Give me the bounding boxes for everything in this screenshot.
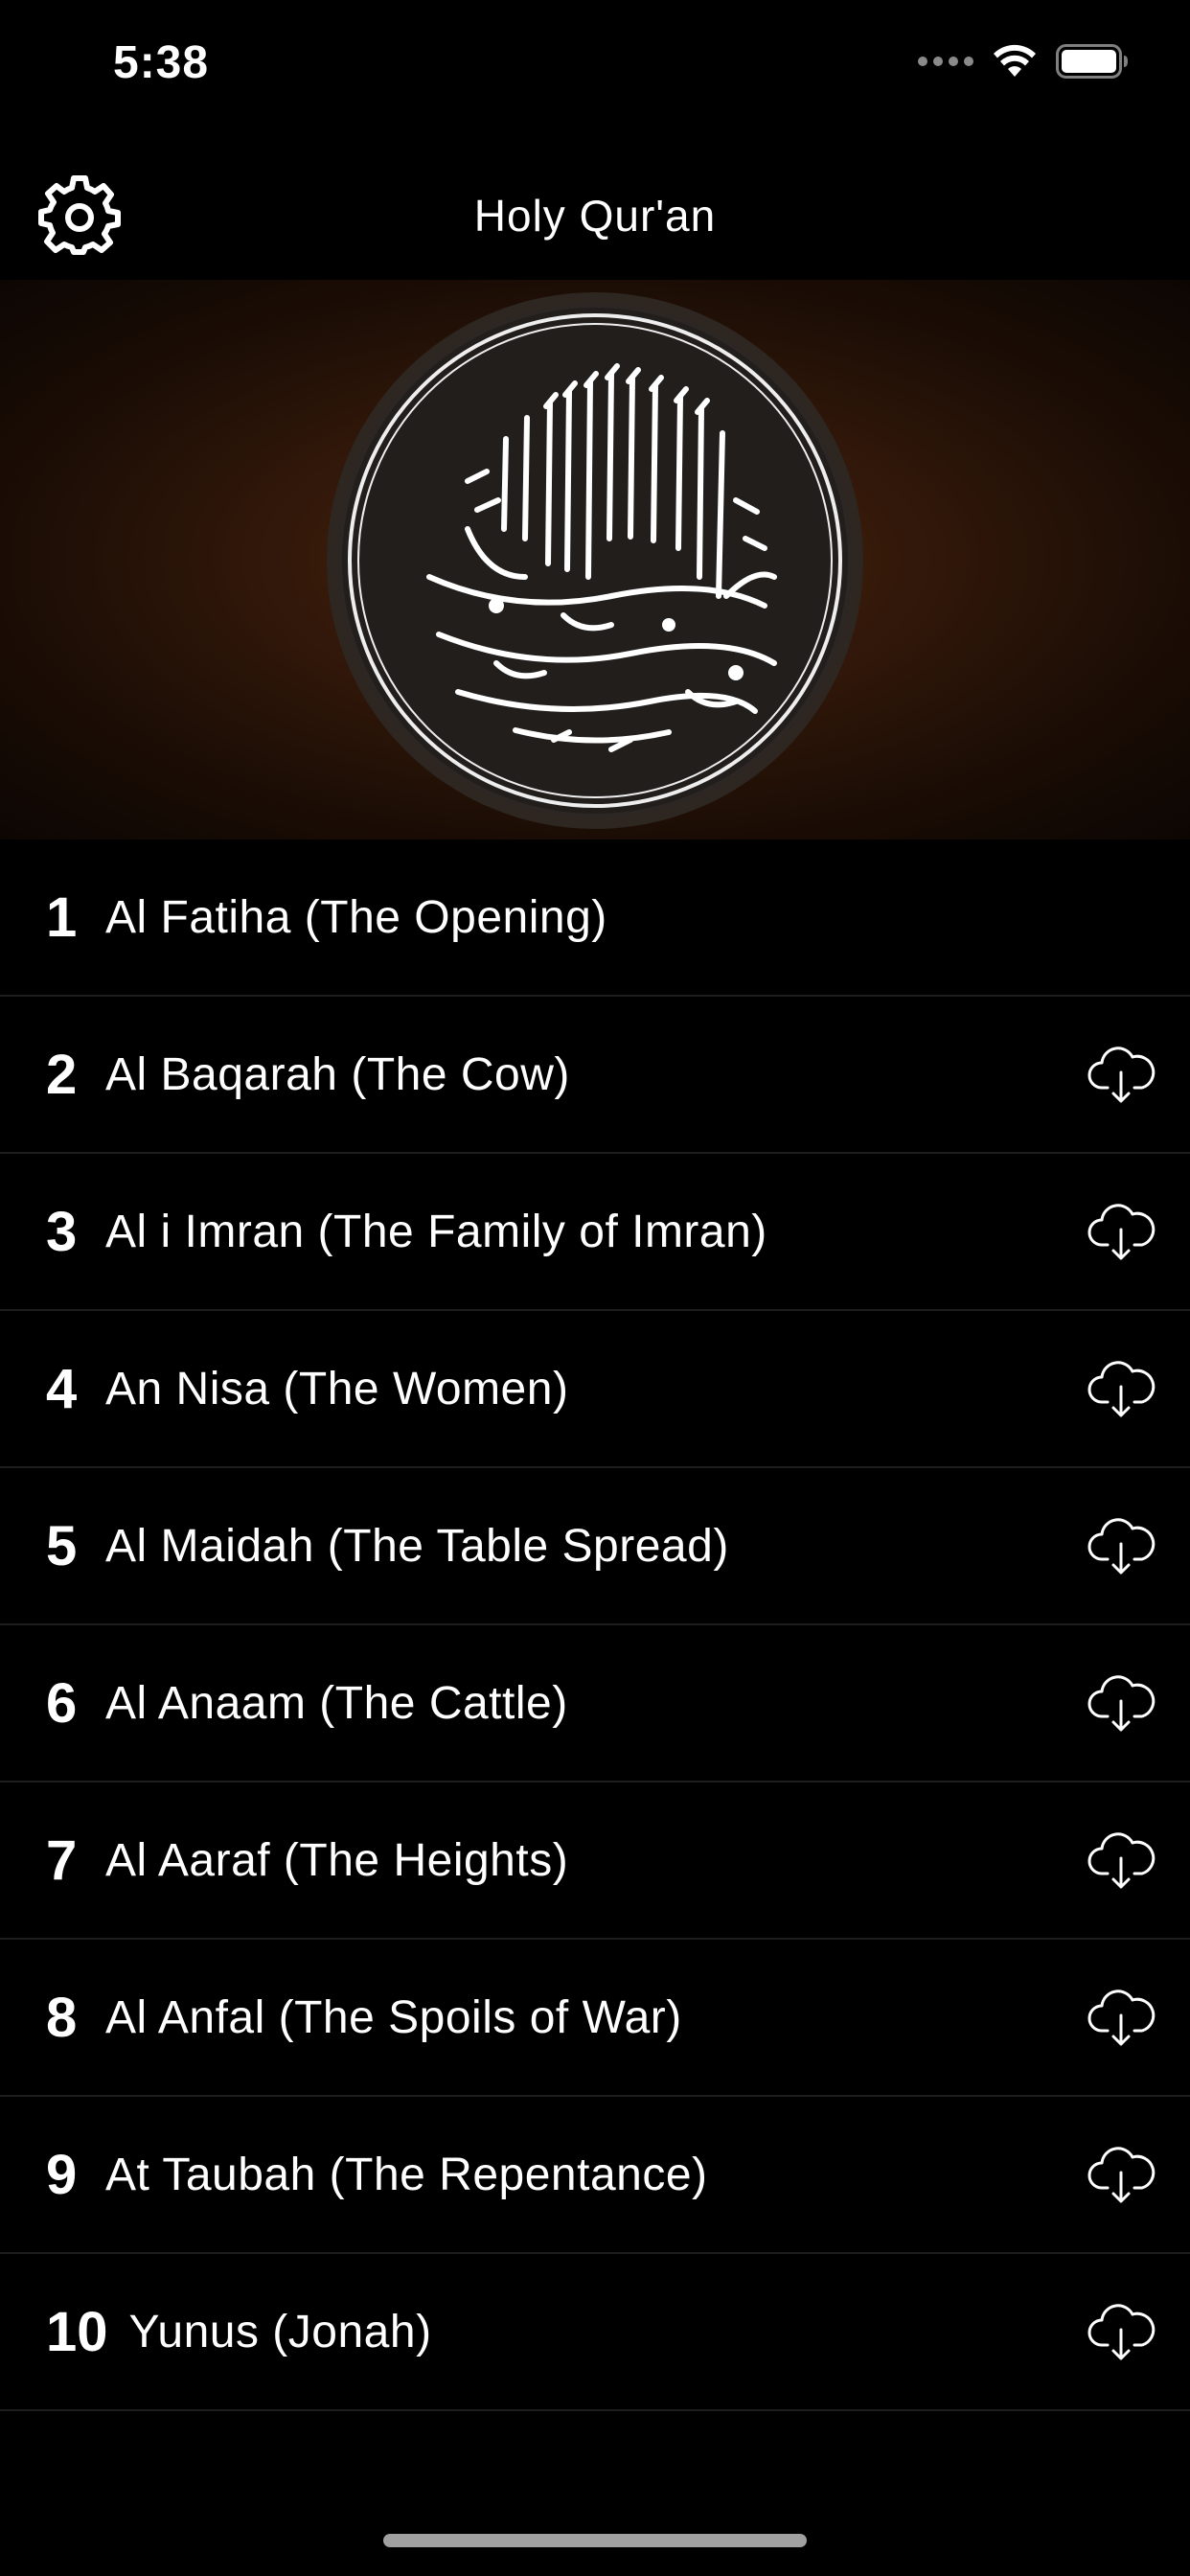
surah-name: Al Anaam (The Cattle) — [105, 1677, 568, 1729]
surah-name: Al i Imran (The Family of Imran) — [105, 1206, 767, 1257]
surah-name: An Nisa (The Women) — [105, 1363, 569, 1414]
surah-row-8[interactable]: 8 Al Anfal (The Spoils of War) — [0, 1940, 1190, 2097]
cloud-download-icon[interactable] — [1087, 1044, 1156, 1105]
surah-row-6[interactable]: 6 Al Anaam (The Cattle) — [0, 1625, 1190, 1782]
surah-row-9[interactable]: 9 At Taubah (The Repentance) — [0, 2097, 1190, 2254]
surah-row-1[interactable]: 1 Al Fatiha (The Opening) — [0, 840, 1190, 997]
cloud-download-icon[interactable] — [1087, 2301, 1156, 2362]
surah-row-10[interactable]: 10 Yunus (Jonah) — [0, 2254, 1190, 2411]
surah-number: 4 — [46, 1357, 78, 1420]
cloud-download-icon[interactable] — [1087, 1358, 1156, 1419]
wifi-icon — [994, 44, 1036, 77]
status-bar: 5:38 — [0, 0, 1190, 134]
surah-number: 5 — [46, 1514, 78, 1577]
header-banner — [0, 280, 1190, 840]
surah-name: Yunus (Jonah) — [128, 2306, 432, 2358]
surah-name: Al Maidah (The Table Spread) — [105, 1520, 729, 1572]
bismillah-calligraphy-medallion — [327, 292, 863, 829]
cloud-download-icon[interactable] — [1087, 1829, 1156, 1891]
status-time: 5:38 — [113, 37, 210, 88]
surah-row-7[interactable]: 7 Al Aaraf (The Heights) — [0, 1782, 1190, 1940]
surah-number: 10 — [46, 2300, 108, 2363]
surah-row-4[interactable]: 4 An Nisa (The Women) — [0, 1311, 1190, 1468]
cloud-download-icon[interactable] — [1087, 1987, 1156, 2048]
cloud-download-icon[interactable] — [1087, 2144, 1156, 2205]
battery-icon — [1056, 44, 1128, 79]
home-indicator[interactable] — [383, 2534, 807, 2547]
surah-row-partial[interactable] — [0, 2411, 1190, 2480]
surah-row-3[interactable]: 3 Al i Imran (The Family of Imran) — [0, 1154, 1190, 1311]
surah-number: 6 — [46, 1671, 78, 1735]
surah-number: 8 — [46, 1986, 78, 2049]
surah-name: Al Aaraf (The Heights) — [105, 1834, 569, 1886]
surah-row-5[interactable]: 5 Al Maidah (The Table Spread) — [0, 1468, 1190, 1625]
nav-bar: Holy Qur'an — [0, 134, 1190, 280]
surah-name: Al Fatiha (The Opening) — [105, 891, 607, 943]
surah-number: 2 — [46, 1043, 78, 1106]
page-title: Holy Qur'an — [473, 191, 717, 241]
surah-row-2[interactable]: 2 Al Baqarah (The Cow) — [0, 997, 1190, 1154]
cloud-download-icon[interactable] — [1087, 1672, 1156, 1734]
surah-number: 3 — [46, 1200, 78, 1263]
surah-name: Al Baqarah (The Cow) — [105, 1048, 570, 1100]
cloud-download-icon[interactable] — [1087, 1201, 1156, 1262]
surah-number: 7 — [46, 1828, 78, 1892]
cellular-dots-icon — [918, 57, 973, 66]
surah-number: 1 — [46, 886, 78, 949]
surah-list: 1 Al Fatiha (The Opening) 2 Al Baqarah (… — [0, 840, 1190, 2480]
status-icons — [918, 44, 1129, 79]
surah-name: At Taubah (The Repentance) — [105, 2149, 708, 2200]
surah-number: 9 — [46, 2143, 78, 2206]
surah-name: Al Anfal (The Spoils of War) — [105, 1991, 682, 2043]
cloud-download-icon[interactable] — [1087, 1515, 1156, 1576]
